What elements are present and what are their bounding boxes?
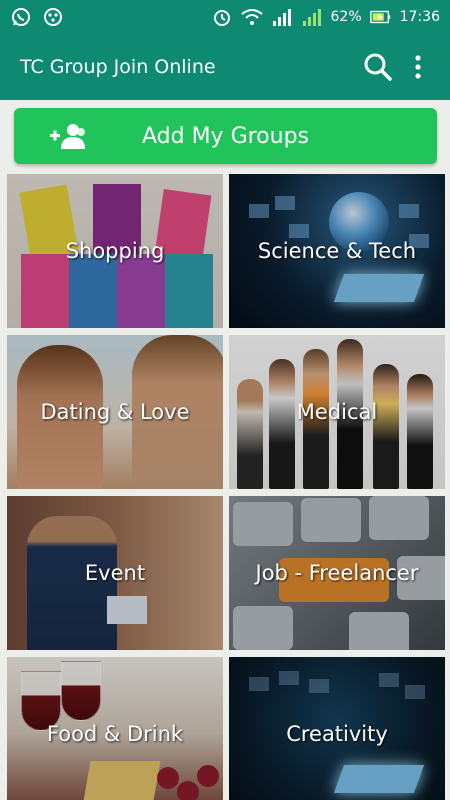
app-title: TC Group Join Online [20, 56, 216, 78]
category-science-tech[interactable]: Science & Tech [229, 174, 445, 328]
search-icon [364, 53, 392, 81]
category-label: Shopping [65, 239, 165, 263]
category-dating-love[interactable]: Dating & Love [7, 335, 223, 489]
category-job-freelancer[interactable]: Job - Freelancer [229, 496, 445, 650]
status-right: 62% 17:36 [211, 6, 440, 28]
wifi-icon [240, 6, 263, 28]
category-label: Food & Drink [46, 722, 184, 746]
category-food-drink[interactable]: Food & Drink [7, 657, 223, 800]
alarm-icon [211, 6, 233, 28]
more-options-button[interactable] [398, 47, 438, 87]
battery-charging-icon [369, 6, 392, 28]
app-bar: TC Group Join Online [0, 34, 450, 100]
category-medical[interactable]: Medical [229, 335, 445, 489]
battery-percent: 62% [330, 9, 362, 25]
whatsapp-icon [10, 6, 32, 28]
category-label: Medical [296, 400, 378, 424]
category-label: Dating & Love [40, 400, 190, 424]
signal-icon [271, 6, 293, 28]
add-group-icon [50, 124, 85, 149]
category-label: Science & Tech [257, 239, 417, 263]
add-my-groups-button[interactable]: Add My Groups [14, 108, 437, 164]
category-creativity[interactable]: Creativity [229, 657, 445, 800]
signal-icon [301, 6, 323, 28]
category-label: Job - Freelancer [255, 561, 419, 585]
status-left [10, 6, 64, 28]
status-bar: 62% 17:36 [0, 0, 450, 34]
category-shopping[interactable]: Shopping [7, 174, 223, 328]
more-vert-icon [415, 55, 421, 79]
category-label: Event [84, 561, 146, 585]
clock: 17:36 [399, 9, 440, 25]
category-label: Creativity [286, 722, 388, 746]
category-event[interactable]: Event [7, 496, 223, 650]
notification-icon [42, 6, 64, 28]
search-button[interactable] [358, 47, 398, 87]
